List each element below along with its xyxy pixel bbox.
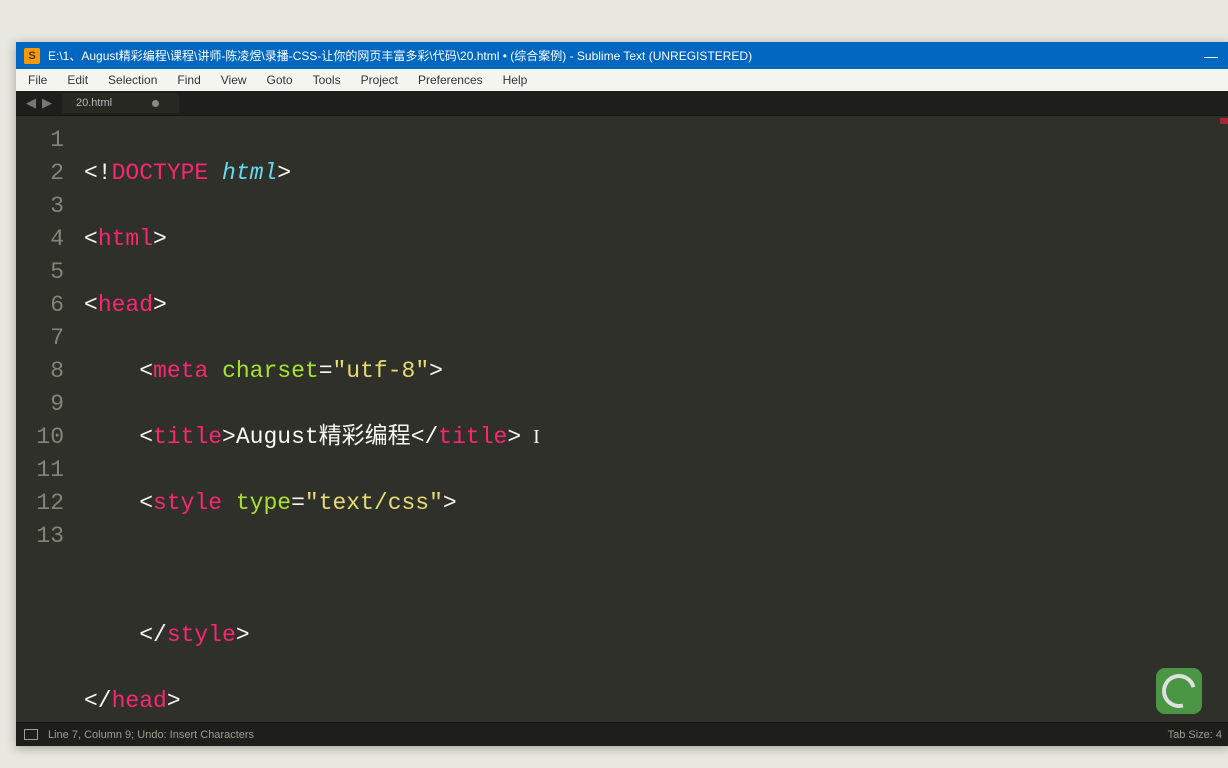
code-line: <html>: [78, 223, 1228, 256]
line-number: 13: [24, 520, 64, 553]
editor-area: 1 2 3 4 5 6 7 8 9 10 11 12 13 <!DOCTYPE …: [16, 116, 1228, 722]
line-number: 10: [24, 421, 64, 454]
line-gutter: 1 2 3 4 5 6 7 8 9 10 11 12 13: [16, 116, 78, 722]
line-number: 11: [24, 454, 64, 487]
line-number: 12: [24, 487, 64, 520]
line-number: 7: [24, 322, 64, 355]
line-number: 6: [24, 289, 64, 322]
code-line: <!DOCTYPE html>: [78, 157, 1228, 190]
code-line: <title>August精彩编程</title>I: [78, 421, 1228, 454]
minimize-icon[interactable]: —: [1204, 48, 1218, 64]
app-window: S E:\1、August精彩编程\课程\讲师-陈凌煜\录播-CSS-让你的网页…: [16, 42, 1228, 746]
tab-nav: ◀ ▶: [16, 95, 62, 111]
code-line: <head>: [78, 289, 1228, 322]
menu-bar: File Edit Selection Find View Goto Tools…: [16, 69, 1228, 91]
menu-tools[interactable]: Tools: [305, 71, 349, 89]
watermark-icon: [1156, 668, 1202, 714]
line-number: 1: [24, 124, 64, 157]
menu-edit[interactable]: Edit: [59, 71, 96, 89]
code-line: [78, 553, 1228, 586]
menu-find[interactable]: Find: [169, 71, 208, 89]
tab-bar: ◀ ▶ 20.html: [16, 91, 1228, 116]
nav-forward-icon[interactable]: ▶: [42, 95, 52, 111]
title-bar[interactable]: S E:\1、August精彩编程\课程\讲师-陈凌煜\录播-CSS-让你的网页…: [16, 42, 1228, 69]
code-line: </style>: [78, 619, 1228, 652]
menu-view[interactable]: View: [213, 71, 255, 89]
line-number: 9: [24, 388, 64, 421]
status-position[interactable]: Line 7, Column 9; Undo: Insert Character…: [48, 729, 254, 741]
code-line: <style type="text/css">: [78, 487, 1228, 520]
menu-goto[interactable]: Goto: [259, 71, 301, 89]
line-number: 4: [24, 223, 64, 256]
line-number: 2: [24, 157, 64, 190]
nav-back-icon[interactable]: ◀: [26, 95, 36, 111]
menu-project[interactable]: Project: [353, 71, 406, 89]
status-tab-size[interactable]: Tab Size: 4: [1168, 729, 1222, 741]
code-line: </head>: [78, 685, 1228, 718]
menu-help[interactable]: Help: [495, 71, 536, 89]
status-bar: Line 7, Column 9; Undo: Insert Character…: [16, 722, 1228, 746]
tab-label: 20.html: [76, 97, 112, 109]
window-title: E:\1、August精彩编程\课程\讲师-陈凌煜\录播-CSS-让你的网页丰富…: [48, 47, 1204, 64]
line-number: 5: [24, 256, 64, 289]
panel-toggle-icon[interactable]: [24, 729, 38, 740]
unsaved-dot-icon: [152, 100, 159, 107]
code-line: <meta charset="utf-8">: [78, 355, 1228, 388]
app-logo-icon: S: [24, 48, 40, 64]
line-number: 3: [24, 190, 64, 223]
text-cursor-icon: I: [533, 426, 540, 448]
window-controls: —: [1204, 48, 1222, 64]
line-number: 8: [24, 355, 64, 388]
file-tab[interactable]: 20.html: [62, 93, 179, 113]
menu-selection[interactable]: Selection: [100, 71, 165, 89]
menu-preferences[interactable]: Preferences: [410, 71, 491, 89]
menu-file[interactable]: File: [20, 71, 55, 89]
code-editor[interactable]: <!DOCTYPE html> <html> <head> <meta char…: [78, 116, 1228, 722]
